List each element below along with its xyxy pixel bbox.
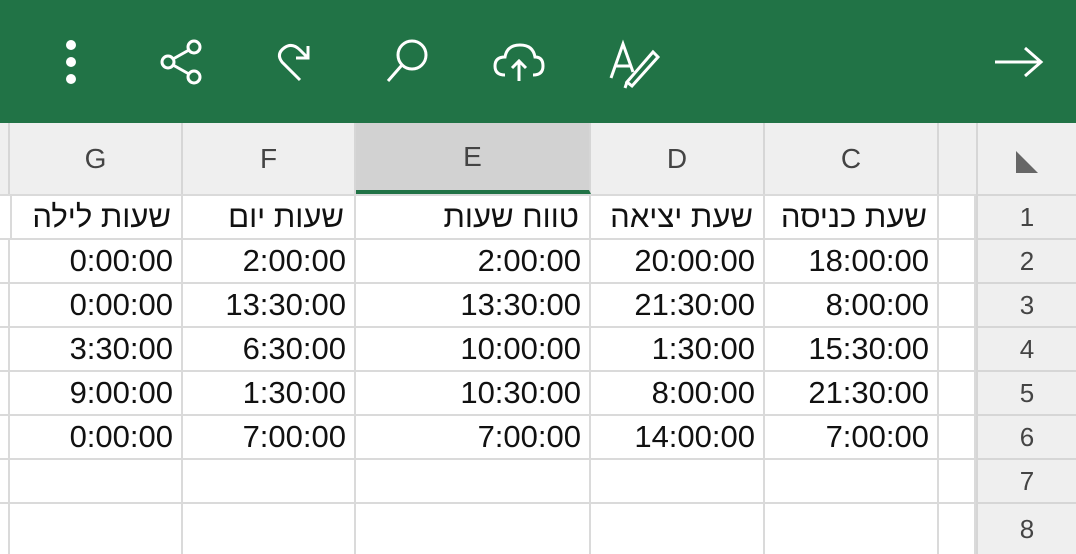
- cell-b6[interactable]: [939, 414, 976, 458]
- cell-e3[interactable]: 13:30:00: [356, 282, 591, 326]
- cloud-upload-icon[interactable]: [488, 31, 550, 93]
- cell-f2[interactable]: 2:00:00: [183, 238, 356, 282]
- draw-icon[interactable]: [602, 31, 664, 93]
- cell-g3[interactable]: 0:00:00: [10, 282, 183, 326]
- cell-b5[interactable]: [939, 370, 976, 414]
- cell-c6[interactable]: 7:00:00: [765, 414, 939, 458]
- cell-g7[interactable]: [10, 458, 183, 502]
- cell-b7[interactable]: [939, 458, 976, 502]
- column-header-f[interactable]: F: [183, 123, 356, 194]
- forward-arrow-icon[interactable]: [988, 31, 1050, 93]
- cell-e5[interactable]: 10:30:00: [356, 370, 591, 414]
- select-all-icon: [1016, 151, 1038, 173]
- cell-x7[interactable]: [0, 458, 10, 502]
- cell-d8[interactable]: [591, 502, 765, 554]
- cell-f4[interactable]: 6:30:00: [183, 326, 356, 370]
- cell-b1[interactable]: [939, 194, 976, 238]
- toolbar: [0, 0, 1076, 123]
- share-icon[interactable]: [150, 31, 212, 93]
- cell-g5[interactable]: 9:00:00: [10, 370, 183, 414]
- cell-e1[interactable]: טווח שעות: [356, 194, 591, 238]
- cell-e8[interactable]: [356, 502, 591, 554]
- cell-g2[interactable]: 0:00:00: [10, 238, 183, 282]
- select-all-corner[interactable]: [976, 123, 1076, 194]
- column-header-d[interactable]: D: [591, 123, 765, 194]
- column-header-e[interactable]: E: [356, 123, 591, 194]
- row-header-7[interactable]: 7: [976, 458, 1076, 502]
- row-header-8[interactable]: 8: [976, 502, 1076, 554]
- cell-g4[interactable]: 3:30:00: [10, 326, 183, 370]
- cell-e2[interactable]: 2:00:00: [356, 238, 591, 282]
- cell-c7[interactable]: [765, 458, 939, 502]
- cell-e4[interactable]: 10:00:00: [356, 326, 591, 370]
- cell-f8[interactable]: [183, 502, 356, 554]
- row-header-2[interactable]: 2: [976, 238, 1076, 282]
- cell-g8[interactable]: [10, 502, 183, 554]
- cell-x6[interactable]: [0, 414, 10, 458]
- cell-d5[interactable]: 8:00:00: [591, 370, 765, 414]
- cell-x2[interactable]: [0, 238, 10, 282]
- column-header-b-partial: [939, 123, 976, 194]
- redo-icon[interactable]: [265, 31, 327, 93]
- cell-x4[interactable]: [0, 326, 10, 370]
- row-header-1[interactable]: 1: [976, 194, 1076, 238]
- spreadsheet-grid: G F E D C 1 2 3 4 5 6 7 8 שעות לילה שעות …: [0, 123, 1076, 554]
- cell-f1[interactable]: שעות יום: [183, 194, 356, 238]
- row-header-5[interactable]: 5: [976, 370, 1076, 414]
- cell-x5[interactable]: [0, 370, 10, 414]
- column-header-g[interactable]: G: [10, 123, 183, 194]
- cell-b4[interactable]: [939, 326, 976, 370]
- row-header-3[interactable]: 3: [976, 282, 1076, 326]
- cell-b8[interactable]: [939, 502, 976, 554]
- cell-c1[interactable]: שעת כניסה: [765, 194, 939, 238]
- cell-f5[interactable]: 1:30:00: [183, 370, 356, 414]
- cell-c3[interactable]: 8:00:00: [765, 282, 939, 326]
- cell-g6[interactable]: 0:00:00: [10, 414, 183, 458]
- cell-c2[interactable]: 18:00:00: [765, 238, 939, 282]
- cell-x3[interactable]: [0, 282, 10, 326]
- more-options-icon[interactable]: [40, 31, 102, 93]
- row-header-6[interactable]: 6: [976, 414, 1076, 458]
- cell-f7[interactable]: [183, 458, 356, 502]
- cell-b3[interactable]: [939, 282, 976, 326]
- cell-f6[interactable]: 7:00:00: [183, 414, 356, 458]
- column-header-c[interactable]: C: [765, 123, 939, 194]
- cell-f3[interactable]: 13:30:00: [183, 282, 356, 326]
- cell-d4[interactable]: 1:30:00: [591, 326, 765, 370]
- cell-g1[interactable]: שעות לילה: [10, 194, 183, 238]
- cell-c4[interactable]: 15:30:00: [765, 326, 939, 370]
- search-icon[interactable]: [376, 31, 438, 93]
- cell-d7[interactable]: [591, 458, 765, 502]
- cell-c5[interactable]: 21:30:00: [765, 370, 939, 414]
- cell-d3[interactable]: 21:30:00: [591, 282, 765, 326]
- cell-d1[interactable]: שעת יציאה: [591, 194, 765, 238]
- cell-c8[interactable]: [765, 502, 939, 554]
- cell-e6[interactable]: 7:00:00: [356, 414, 591, 458]
- cell-d2[interactable]: 20:00:00: [591, 238, 765, 282]
- column-header-partial: [0, 123, 10, 194]
- cell-e7[interactable]: [356, 458, 591, 502]
- cell-d6[interactable]: 14:00:00: [591, 414, 765, 458]
- cell-b2[interactable]: [939, 238, 976, 282]
- row-header-4[interactable]: 4: [976, 326, 1076, 370]
- cell-x8[interactable]: [0, 502, 10, 554]
